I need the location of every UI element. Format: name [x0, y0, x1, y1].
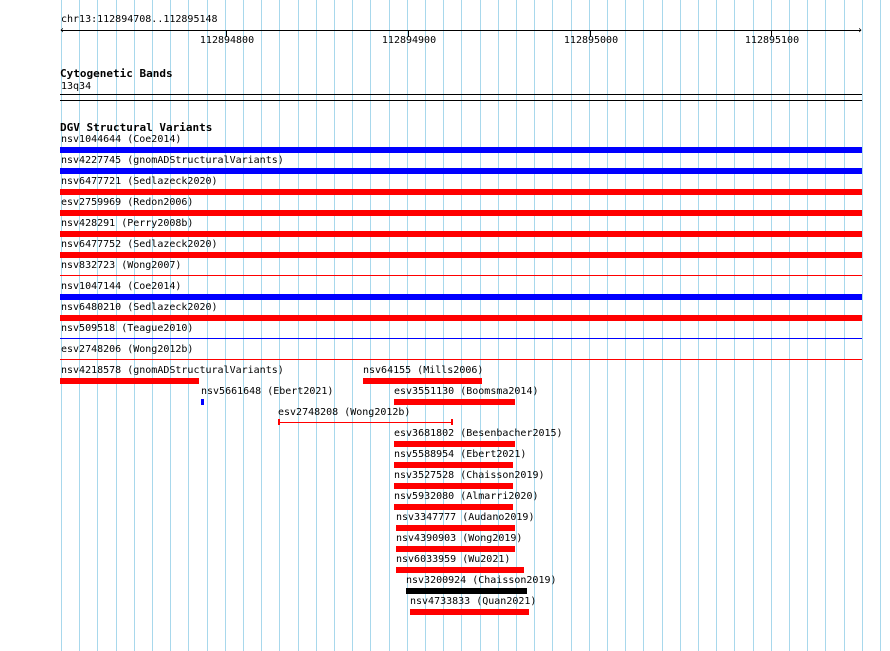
feature-label[interactable]: nsv509518 (Teague2010) — [61, 323, 193, 334]
scroll-right-arrow-icon[interactable]: › — [857, 26, 863, 36]
grid-line — [370, 0, 371, 651]
feature-end-cap — [278, 419, 280, 425]
grid-line — [880, 0, 881, 651]
feature-label[interactable]: nsv832723 (Wong2007) — [61, 260, 181, 271]
feature-glyph[interactable] — [60, 210, 862, 216]
feature-label[interactable]: nsv6477752 (Sedlazeck2020) — [61, 239, 218, 250]
feature-label[interactable]: nsv6480210 (Sedlazeck2020) — [61, 302, 218, 313]
grid-line — [825, 0, 826, 651]
feature-glyph[interactable] — [394, 441, 515, 447]
grid-line — [261, 0, 262, 651]
feature-label[interactable]: nsv3527528 (Chaisson2019) — [394, 470, 545, 481]
grid-line — [771, 0, 772, 651]
feature-glyph[interactable] — [394, 462, 513, 468]
feature-glyph[interactable] — [60, 147, 862, 153]
feature-glyph[interactable] — [278, 422, 453, 423]
feature-glyph[interactable] — [60, 168, 862, 174]
cytoband-label: 13q34 — [61, 81, 92, 92]
feature-label[interactable]: nsv6033959 (Wu2021) — [396, 554, 510, 565]
feature-glyph[interactable] — [394, 399, 515, 405]
feature-glyph[interactable] — [60, 338, 862, 339]
feature-label[interactable]: nsv5588954 (Ebert2021) — [394, 449, 526, 460]
feature-label[interactable]: esv3551130 (Boomsma2014) — [394, 386, 539, 397]
grid-line — [207, 0, 208, 651]
feature-label[interactable]: nsv4390903 (Wong2019) — [396, 533, 522, 544]
feature-glyph[interactable] — [60, 359, 862, 360]
grid-line — [607, 0, 608, 651]
feature-label[interactable]: nsv64155 (Mills2006) — [363, 365, 483, 376]
ruler-line — [61, 30, 861, 31]
grid-line — [534, 0, 535, 651]
grid-line — [352, 0, 353, 651]
feature-glyph[interactable] — [396, 567, 524, 573]
feature-label[interactable]: nsv5932080 (Almarri2020) — [394, 491, 539, 502]
grid-line — [243, 0, 244, 651]
grid-line — [279, 0, 280, 651]
feature-label[interactable]: esv2759969 (Redon2006) — [61, 197, 193, 208]
feature-label[interactable]: esv2748206 (Wong2012b) — [61, 344, 193, 355]
grid-line — [716, 0, 717, 651]
feature-glyph[interactable] — [410, 609, 529, 615]
feature-glyph[interactable] — [60, 275, 862, 276]
grid-line — [643, 0, 644, 651]
grid-line — [571, 0, 572, 651]
genome-browser-view: chr13:112894708..112895148 ‹ › 112894800… — [0, 0, 890, 651]
feature-glyph[interactable] — [394, 504, 513, 510]
feature-label[interactable]: nsv428291 (Perry2008b) — [61, 218, 193, 229]
grid-line — [862, 0, 863, 651]
grid-line — [334, 0, 335, 651]
feature-glyph[interactable] — [406, 588, 527, 594]
grid-line — [552, 0, 553, 651]
grid-line — [225, 0, 226, 651]
feature-label[interactable]: nsv4218578 (gnomADStructuralVariants) — [61, 365, 284, 376]
grid-line — [753, 0, 754, 651]
grid-line — [844, 0, 845, 651]
feature-label[interactable]: nsv1047144 (Coe2014) — [61, 281, 181, 292]
ruler-tick-label: 112894800 — [199, 35, 255, 46]
grid-line — [516, 0, 517, 651]
cytoband-line — [60, 94, 862, 95]
feature-glyph[interactable] — [60, 294, 862, 300]
grid-line — [807, 0, 808, 651]
feature-glyph[interactable] — [60, 315, 862, 321]
feature-glyph[interactable] — [201, 399, 204, 405]
feature-glyph[interactable] — [60, 252, 862, 258]
feature-label[interactable]: nsv5661648 (Ebert2021) — [201, 386, 333, 397]
dgv-track-title: DGV Structural Variants — [60, 121, 213, 134]
ruler-tick-label: 112894900 — [381, 35, 437, 46]
feature-label[interactable]: nsv4227745 (gnomADStructuralVariants) — [61, 155, 284, 166]
grid-line — [625, 0, 626, 651]
scroll-left-arrow-icon[interactable]: ‹ — [59, 26, 65, 36]
feature-glyph[interactable] — [60, 231, 862, 237]
grid-line — [298, 0, 299, 651]
grid-line — [589, 0, 590, 651]
track-divider — [60, 100, 862, 101]
feature-label[interactable]: nsv3200924 (Chaisson2019) — [406, 575, 557, 586]
feature-glyph[interactable] — [394, 483, 513, 489]
feature-label[interactable]: nsv3347777 (Audano2019) — [396, 512, 534, 523]
feature-end-cap — [451, 419, 453, 425]
feature-glyph[interactable] — [396, 546, 515, 552]
feature-label[interactable]: esv2748208 (Wong2012b) — [278, 407, 410, 418]
ruler-tick-label: 112895100 — [744, 35, 800, 46]
grid-line — [734, 0, 735, 651]
grid-line — [316, 0, 317, 651]
feature-glyph[interactable] — [60, 189, 862, 195]
feature-label[interactable]: nsv6477721 (Sedlazeck2020) — [61, 176, 218, 187]
feature-label[interactable]: nsv4733833 (Quan2021) — [410, 596, 536, 607]
grid-line — [680, 0, 681, 651]
grid-line — [789, 0, 790, 651]
grid-line — [662, 0, 663, 651]
locus-label: chr13:112894708..112895148 — [61, 14, 218, 25]
feature-glyph[interactable] — [60, 378, 199, 384]
grid-line — [698, 0, 699, 651]
feature-glyph[interactable] — [363, 378, 482, 384]
feature-label[interactable]: nsv1044644 (Coe2014) — [61, 134, 181, 145]
feature-label[interactable]: esv3681802 (Besenbacher2015) — [394, 428, 563, 439]
cytoband-track-title: Cytogenetic Bands — [60, 67, 173, 80]
ruler-tick-label: 112895000 — [563, 35, 619, 46]
grid-line — [389, 0, 390, 651]
feature-glyph[interactable] — [396, 525, 515, 531]
